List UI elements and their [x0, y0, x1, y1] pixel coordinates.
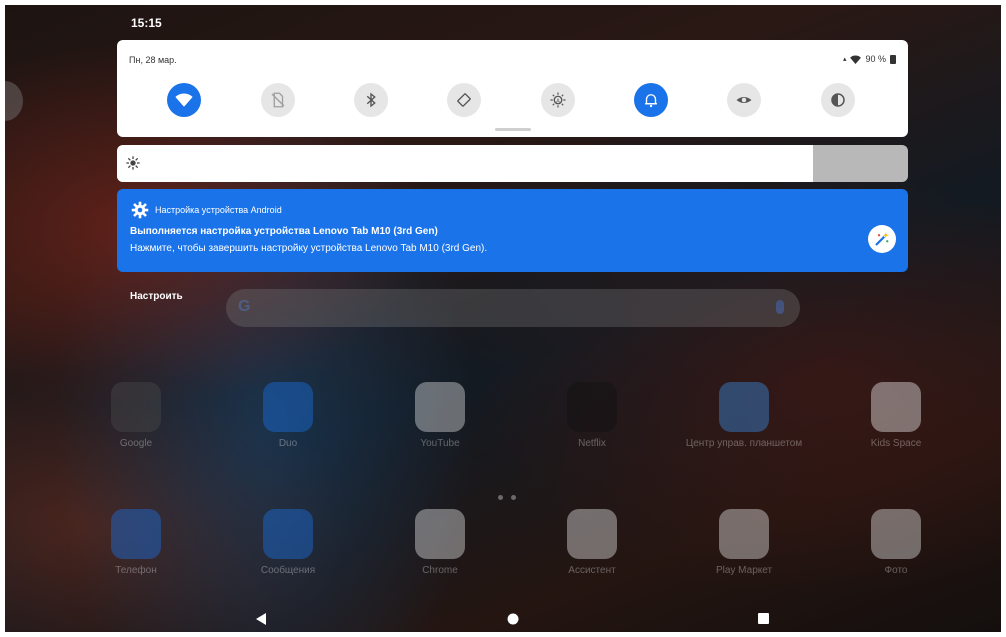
qs-tile-wifi[interactable] — [167, 83, 201, 117]
eye-icon — [736, 97, 752, 103]
app-label: Chrome — [422, 565, 458, 576]
app-photos[interactable]: Фото — [836, 509, 956, 576]
photos-icon — [871, 509, 921, 559]
recents-button[interactable] — [758, 613, 769, 624]
microphone-icon[interactable] — [776, 300, 784, 314]
page-indicator — [498, 495, 516, 500]
youtube-icon — [415, 382, 465, 432]
app-label: YouTube — [420, 438, 460, 449]
qs-tile-notifications[interactable] — [634, 83, 668, 117]
phone-icon — [111, 509, 161, 559]
page-dot — [498, 495, 503, 500]
google-g-icon: G — [238, 298, 251, 315]
qs-tile-auto-rotate[interactable] — [447, 83, 481, 117]
app-kids-space[interactable]: Kids Space — [836, 382, 956, 449]
qs-tile-eye-comfort[interactable] — [727, 83, 761, 117]
quick-settings-panel: Пн, 28 мар. ▴ 90 % A — [117, 40, 908, 137]
notification-header: Настройка устройства Android — [131, 201, 282, 219]
edge-panel-handle[interactable] — [5, 81, 23, 121]
bluetooth-icon — [366, 92, 376, 108]
notification-title: Выполняется настройка устройства Lenovo … — [130, 226, 438, 237]
battery-percent: 90 % — [865, 54, 886, 64]
netflix-icon — [567, 382, 617, 432]
app-label: Google — [119, 438, 153, 449]
app-label: Kids Space — [870, 438, 922, 449]
navigation-bar — [5, 605, 1001, 632]
qs-tile-auto-brightness[interactable]: A — [541, 83, 575, 117]
notification-text: Нажмите, чтобы завершить настройку устро… — [130, 243, 488, 254]
app-label: Netflix — [578, 438, 606, 449]
svg-text:A: A — [556, 98, 560, 104]
app-label: Телефон — [115, 565, 157, 576]
recents-icon — [758, 613, 769, 624]
app-label: Центр управ. планшетом — [685, 438, 803, 449]
page-dot — [511, 495, 516, 500]
qs-tile-dark-theme[interactable] — [821, 83, 855, 117]
home-screen: 15:15 Пн, 28 мар. ▴ 90 % A Настройка уст… — [5, 5, 1001, 632]
back-button[interactable] — [255, 613, 267, 625]
qs-tile-bluetooth[interactable] — [354, 83, 388, 117]
app-messages[interactable]: Сообщения — [228, 509, 348, 576]
magic-wand-icon — [875, 232, 889, 246]
gear-icon — [131, 201, 149, 219]
bell-icon — [645, 94, 657, 108]
home-button[interactable] — [507, 613, 519, 625]
brightness-icon — [126, 156, 140, 170]
status-bar-time: 15:15 — [131, 16, 162, 30]
notification-action-button[interactable] — [868, 225, 896, 253]
rotate-icon — [457, 93, 471, 107]
back-icon — [256, 613, 266, 625]
qs-status-icons: ▴ 90 % — [843, 54, 896, 64]
manage-notifications-button[interactable]: Настроить — [130, 291, 183, 302]
wifi-status-icon — [850, 54, 862, 64]
google-folder-icon — [111, 382, 161, 432]
app-label: Фото — [884, 565, 908, 576]
qs-date[interactable]: Пн, 28 мар. — [129, 55, 177, 65]
app-netflix[interactable]: Netflix — [532, 382, 652, 449]
app-youtube[interactable]: YouTube — [380, 382, 500, 449]
brightness-slider[interactable] — [117, 145, 908, 182]
assistant-icon — [567, 509, 617, 559]
qs-drag-handle[interactable] — [495, 128, 531, 131]
brightness-slider-fill — [117, 145, 814, 182]
app-label: Ассистент — [568, 565, 616, 576]
app-label: Duo — [278, 438, 298, 449]
notification-app-name: Настройка устройства Android — [155, 205, 282, 215]
app-play-store[interactable]: Play Маркет — [684, 509, 804, 576]
app-chrome[interactable]: Chrome — [380, 509, 500, 576]
qs-tile-sim[interactable] — [261, 83, 295, 117]
contrast-icon — [831, 93, 845, 107]
app-tablet-center[interactable]: Центр управ. планшетом — [684, 382, 804, 449]
app-label: Сообщения — [260, 565, 316, 576]
battery-icon — [890, 54, 896, 64]
duo-icon — [263, 382, 313, 432]
no-sim-icon — [271, 92, 285, 108]
kids-space-icon — [871, 382, 921, 432]
messages-icon — [263, 509, 313, 559]
home-icon — [507, 613, 519, 625]
app-google-folder[interactable]: Google — [76, 382, 196, 449]
app-phone[interactable]: Телефон — [76, 509, 196, 576]
play-store-icon — [719, 509, 769, 559]
app-label: Play Маркет — [715, 565, 773, 576]
wifi-icon — [175, 93, 193, 107]
google-search-bar[interactable]: G — [226, 289, 800, 327]
chrome-icon — [415, 509, 465, 559]
data-activity-icon: ▴ — [842, 56, 847, 63]
tablet-center-icon — [719, 382, 769, 432]
qs-tiles: A — [167, 83, 867, 117]
setup-notification[interactable]: Настройка устройства Android Выполняется… — [117, 189, 908, 272]
app-duo[interactable]: Duo — [228, 382, 348, 449]
auto-brightness-icon: A — [550, 92, 566, 108]
app-assistant[interactable]: Ассистент — [532, 509, 652, 576]
